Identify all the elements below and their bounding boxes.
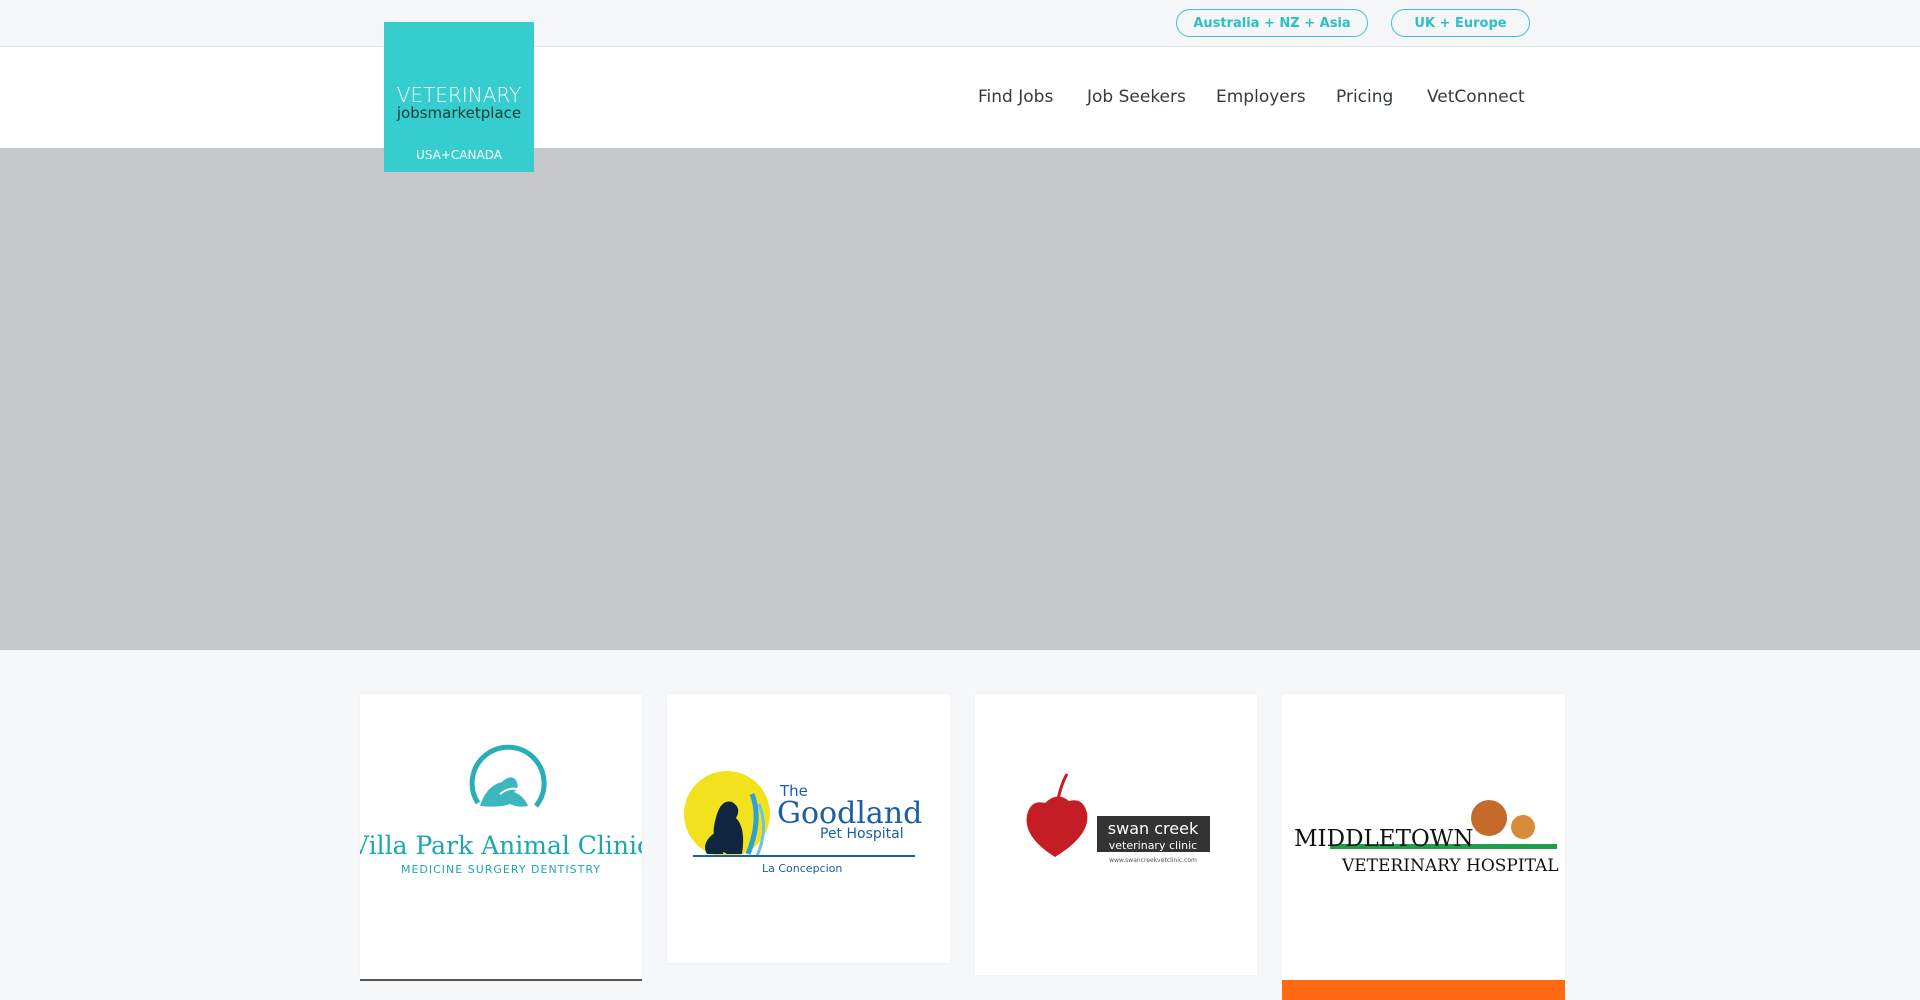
nav-find-jobs[interactable]: Find Jobs	[978, 87, 1053, 107]
villa-park-tagline: MEDICINE SURGERY DENTISTRY	[401, 863, 601, 876]
region-uk-button[interactable]: UK + Europe	[1391, 9, 1530, 37]
middletown-logo: MIDDLETOWN VETERINARY HOSPITAL	[1294, 800, 1559, 876]
region-australia-button[interactable]: Australia + NZ + Asia	[1176, 9, 1368, 37]
middletown-name: MIDDLETOWN	[1294, 826, 1474, 852]
nav-job-seekers[interactable]: Job Seekers	[1087, 87, 1186, 107]
villa-park-name: Villa Park Animal Clinic	[360, 831, 642, 860]
swan-creek-url: www.swancreekvetclinic.com	[1109, 857, 1197, 864]
middletown-subtitle: VETERINARY HOSPITAL	[1341, 856, 1559, 876]
nav-pricing[interactable]: Pricing	[1336, 87, 1393, 107]
nav-vetconnect[interactable]: VetConnect	[1427, 87, 1525, 107]
logo-region: USA+CANADA	[416, 148, 502, 162]
goodland-pet-hospital: Pet Hospital	[820, 826, 904, 842]
hero-banner	[0, 148, 1920, 650]
employer-card-swan-creek[interactable]: swan creek veterinary clinic www.swancre…	[975, 694, 1257, 975]
employer-card-goodland[interactable]: The Goodland Pet Hospital La Concepcion	[667, 694, 950, 963]
goodland-logo: The Goodland Pet Hospital La Concepcion	[684, 771, 922, 875]
logo-subtitle: jobsmarketplace	[396, 104, 522, 122]
employer-card-middletown[interactable]: MIDDLETOWN VETERINARY HOSPITAL	[1282, 694, 1565, 1000]
swan-creek-subtitle: veterinary clinic	[1109, 839, 1197, 852]
card-divider	[360, 979, 642, 981]
employer-card-villa-park[interactable]: Villa Park Animal Clinic MEDICINE SURGER…	[360, 694, 642, 981]
region-bar: Australia + NZ + Asia UK + Europe	[0, 0, 1920, 47]
site-logo[interactable]: VETERINARY jobsmarketplace USA+CANADA	[384, 22, 534, 172]
featured-ribbon	[1282, 980, 1565, 1000]
nav-employers[interactable]: Employers	[1216, 87, 1306, 107]
main-header: Find Jobs Job Seekers Employers Pricing …	[0, 47, 1920, 148]
goodland-location: La Concepcion	[762, 862, 842, 875]
villa-park-logo: Villa Park Animal Clinic MEDICINE SURGER…	[360, 744, 642, 876]
swan-creek-logo: swan creek veterinary clinic www.swancre…	[1026, 773, 1210, 864]
swan-creek-name: swan creek	[1108, 819, 1199, 838]
